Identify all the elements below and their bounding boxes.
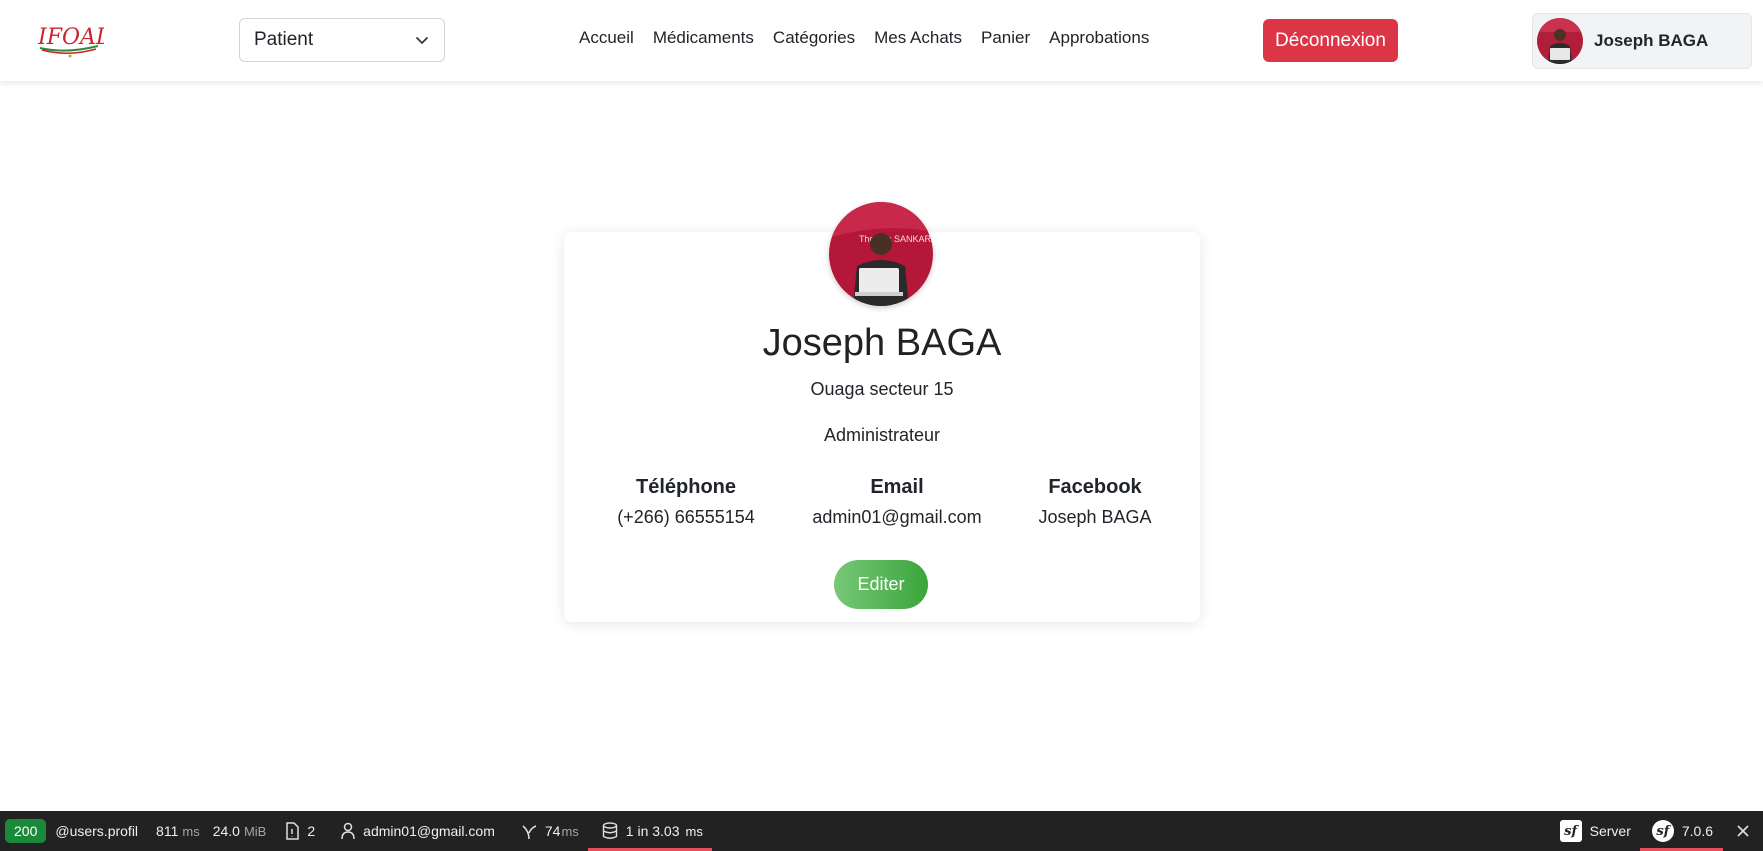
- status-badge[interactable]: 200: [5, 819, 47, 843]
- nav-link-medicaments[interactable]: Médicaments: [653, 28, 754, 48]
- chevron-down-icon: [416, 37, 428, 44]
- edit-profile-button[interactable]: Editer: [834, 560, 928, 609]
- facebook-info: Facebook Joseph BAGA: [1020, 476, 1170, 528]
- memory-usage[interactable]: 24.0 MiB: [209, 811, 276, 851]
- brand-logo-icon: IFOAD: [37, 25, 114, 58]
- server-label: Server: [1589, 823, 1631, 839]
- nav-link-accueil[interactable]: Accueil: [579, 28, 634, 48]
- facebook-value: Joseph BAGA: [1038, 507, 1152, 527]
- profile-photo-caption: Thomas SANKARA: [859, 234, 933, 244]
- request-time-unit: ms: [182, 823, 200, 839]
- symfony-version[interactable]: sf 7.0.6: [1639, 811, 1724, 851]
- email-info: Email admin01@gmail.com: [797, 476, 997, 528]
- email-value: admin01@gmail.com: [812, 507, 982, 527]
- user-menu[interactable]: Joseph BAGA: [1532, 13, 1752, 69]
- profile-address: Ouaga secteur 15: [810, 379, 954, 399]
- nav-link-mes-achats[interactable]: Mes Achats: [874, 28, 962, 48]
- security-user[interactable]: admin01@gmail.com: [324, 811, 504, 851]
- twig-value: 74: [544, 823, 561, 839]
- route-name[interactable]: @users.profil: [46, 811, 147, 851]
- version-value: 7.0.6: [1681, 823, 1713, 839]
- role-select[interactable]: Patient: [239, 18, 445, 62]
- user-name: Joseph BAGA: [1594, 31, 1709, 50]
- symfony-icon: sf: [1559, 820, 1582, 842]
- twig-unit: ms: [561, 823, 579, 839]
- debug-toolbar: 200 @users.profil 811 ms 24.0 MiB 2 admi…: [0, 811, 1763, 851]
- db-unit: ms: [685, 823, 703, 839]
- facebook-label: Facebook: [1048, 476, 1142, 498]
- request-time[interactable]: 811 ms: [147, 811, 209, 851]
- symfony-logo-icon: sf: [1651, 820, 1674, 842]
- top-navbar: IFOAD Patient Accueil Médicaments Catégo…: [0, 0, 1763, 81]
- profile-name: Joseph BAGA: [762, 322, 1002, 364]
- files-count: 2: [307, 823, 316, 839]
- twig-render[interactable]: 74 ms: [504, 811, 588, 851]
- avatar: [1537, 18, 1583, 64]
- nav-link-categories[interactable]: Catégories: [773, 28, 855, 48]
- included-files[interactable]: 2: [275, 811, 324, 851]
- memory-unit: MiB: [243, 823, 267, 839]
- user-icon: [341, 822, 355, 840]
- email-label: Email: [870, 476, 924, 498]
- twig-icon: [522, 825, 537, 840]
- profile-role: Administrateur: [823, 425, 941, 445]
- main-nav: Accueil Médicaments Catégories Mes Achat…: [579, 28, 1168, 48]
- logout-button[interactable]: Déconnexion: [1263, 19, 1398, 62]
- toolbar-right: sf Server sf 7.0.6: [1551, 811, 1763, 851]
- profile-avatar: Thomas SANKARA: [829, 202, 933, 306]
- nav-link-approbations[interactable]: Approbations: [1049, 28, 1149, 48]
- close-icon: [1737, 825, 1749, 837]
- database-queries[interactable]: 1 in 3.03 ms: [587, 811, 712, 851]
- file-icon: [286, 822, 300, 840]
- server-info[interactable]: sf Server: [1551, 811, 1640, 851]
- user-email: admin01@gmail.com: [363, 823, 495, 839]
- brand-logo[interactable]: IFOAD: [36, 20, 114, 60]
- close-toolbar-button[interactable]: [1723, 824, 1763, 838]
- database-icon: [602, 822, 617, 839]
- request-time-value: 811: [156, 823, 179, 839]
- phone-value: (+266) 66555154: [617, 507, 755, 527]
- phone-info: Téléphone (+266) 66555154: [600, 476, 772, 528]
- nav-link-panier[interactable]: Panier: [981, 28, 1030, 48]
- memory-value: 24.0: [212, 823, 240, 839]
- svg-text:IFOAD: IFOAD: [37, 25, 104, 50]
- phone-label: Téléphone: [635, 476, 736, 498]
- db-value: 1 in 3.03: [625, 823, 680, 839]
- role-select-value: Patient: [254, 29, 314, 50]
